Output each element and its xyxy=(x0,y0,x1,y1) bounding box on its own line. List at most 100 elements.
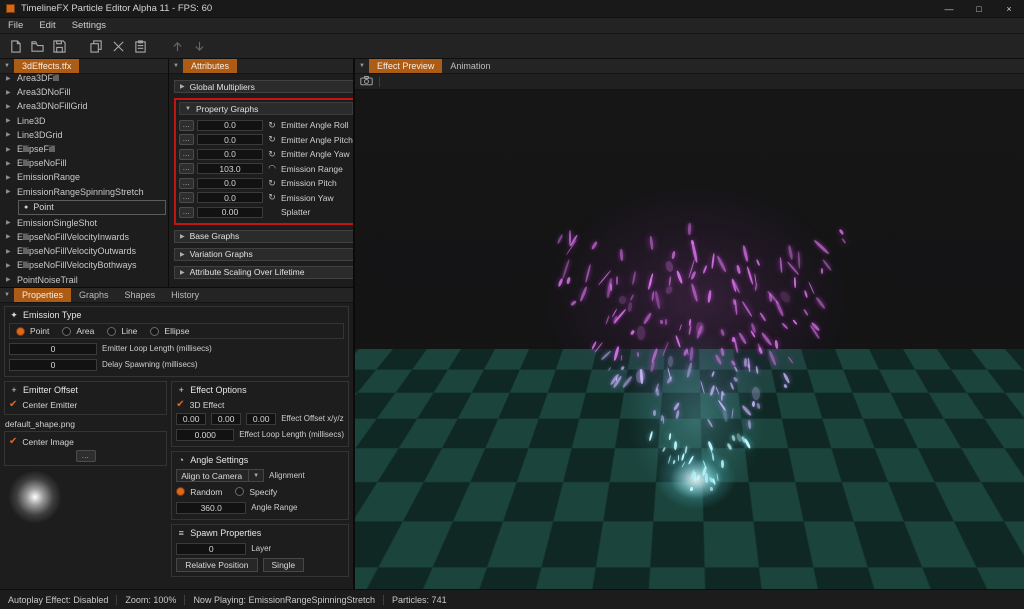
tab-effect-preview[interactable]: Effect Preview xyxy=(369,59,442,73)
status-separator xyxy=(184,595,185,605)
attribute-value-input[interactable]: 103.0 xyxy=(197,163,263,174)
check-icon[interactable]: ✔ xyxy=(9,400,17,410)
check-icon[interactable]: ✔ xyxy=(176,400,184,410)
radio-area[interactable] xyxy=(62,327,71,336)
emitter-loop-length-input[interactable]: 0 xyxy=(9,343,97,355)
tab-properties[interactable]: Properties xyxy=(14,288,71,302)
paste-button[interactable] xyxy=(131,37,150,56)
effect-offset-z-input[interactable]: 0.00 xyxy=(246,413,276,425)
tab-shapes[interactable]: Shapes xyxy=(117,288,164,302)
toolbar xyxy=(0,34,1024,59)
attribute-value-input[interactable]: 0.0 xyxy=(197,134,263,145)
tree-item[interactable]: ▶EmissionRange xyxy=(2,170,166,184)
open-folder-button[interactable] xyxy=(28,37,47,56)
effect-name: EmissionRangeSpinningStretch xyxy=(17,187,144,197)
layer-input[interactable]: 0 xyxy=(176,543,246,555)
effect-3d-label: 3D Effect xyxy=(190,400,225,410)
check-icon[interactable]: ✔ xyxy=(9,437,17,447)
tab-attributes[interactable]: Attributes xyxy=(183,59,237,73)
graph-options-button[interactable]: ... xyxy=(179,178,194,189)
radio-ellipse[interactable] xyxy=(150,327,159,336)
move-up-button[interactable] xyxy=(168,37,187,56)
shape-browse-button[interactable]: ... xyxy=(76,450,96,462)
attribute-value-input[interactable]: 0.0 xyxy=(197,192,263,203)
tab-animation[interactable]: Animation xyxy=(442,59,498,73)
effect-loop-length-input[interactable]: 0.000 xyxy=(176,429,234,441)
graph-options-button[interactable]: ... xyxy=(179,163,194,174)
graph-options-button[interactable]: ... xyxy=(179,192,194,203)
emitter-loop-length-label: Emitter Loop Length (millisecs) xyxy=(102,344,212,353)
attribute-value-input[interactable]: 0.0 xyxy=(197,120,263,131)
tree-item[interactable]: ▶PointNoiseTrail xyxy=(2,272,166,286)
delete-button[interactable] xyxy=(109,37,128,56)
radio-random[interactable] xyxy=(176,487,185,496)
collapse-arrow-icon[interactable]: ▼ xyxy=(0,288,14,302)
effect-offset-x-input[interactable]: 0.00 xyxy=(176,413,206,425)
tree-item[interactable]: ▶EllipseNoFillVelocityBothways xyxy=(2,258,166,272)
tree-item[interactable]: ▶Line3DGrid xyxy=(2,128,166,142)
expand-arrow-icon: ▶ xyxy=(6,75,13,82)
angle-range-input[interactable]: 360.0 xyxy=(176,502,246,514)
titlebar: TimelineFX Particle Editor Alpha 11 - FP… xyxy=(0,0,1024,18)
alignment-dropdown[interactable]: Align to Camera ▼ xyxy=(176,469,264,482)
section-base-graphs[interactable]: ▶ Base Graphs xyxy=(174,230,358,243)
menu-settings[interactable]: Settings xyxy=(64,18,114,33)
relative-position-button[interactable]: Relative Position xyxy=(176,558,257,572)
delay-spawning-input[interactable]: 0 xyxy=(9,359,97,371)
effect-name: EmissionSingleShot xyxy=(17,218,97,228)
tab-history[interactable]: History xyxy=(163,288,207,302)
attribute-value-input[interactable]: 0.0 xyxy=(197,149,263,160)
maximize-button[interactable]: □ xyxy=(964,0,994,17)
collapse-arrow-icon[interactable]: ▼ xyxy=(355,59,369,73)
section-attribute-scaling[interactable]: ▶ Attribute Scaling Over Lifetime xyxy=(174,266,358,279)
radio-specify[interactable] xyxy=(235,487,244,496)
preview-canvas[interactable] xyxy=(355,90,1024,589)
collapse-arrow-icon[interactable]: ▼ xyxy=(169,59,183,73)
tree-item[interactable]: ▶EllipseNoFillVelocityOutwards xyxy=(2,244,166,258)
move-down-button[interactable] xyxy=(190,37,209,56)
camera-snapshot-button[interactable] xyxy=(360,73,373,91)
attribute-value-input[interactable]: 0.0 xyxy=(197,178,263,189)
close-button[interactable]: × xyxy=(994,0,1024,17)
attribute-value-input[interactable]: 0.00 xyxy=(197,207,263,218)
shape-preview-image[interactable] xyxy=(8,470,62,524)
tree-item[interactable]: ▶Area3DNoFill xyxy=(2,85,166,99)
preview-toolbar xyxy=(355,74,1024,90)
effect-offset-y-input[interactable]: 0.00 xyxy=(211,413,241,425)
group-title: Angle Settings xyxy=(190,455,248,465)
graph-options-button[interactable]: ... xyxy=(179,120,194,131)
tree-item[interactable]: ▶EmissionRangeSpinningStretch xyxy=(2,185,166,199)
menu-file[interactable]: File xyxy=(0,18,31,33)
center-image-label: Center Image xyxy=(22,437,74,447)
attribute-row: ... 0.0 ↻ Emission Yaw xyxy=(179,191,353,206)
graph-options-button[interactable]: ... xyxy=(179,149,194,160)
section-variation-graphs[interactable]: ▶ Variation Graphs xyxy=(174,248,358,261)
menu-edit[interactable]: Edit xyxy=(31,18,63,33)
copy-button[interactable] xyxy=(87,37,106,56)
tree-item-selected-emitter[interactable]: ● Point xyxy=(18,200,166,215)
graph-options-button[interactable]: ... xyxy=(179,134,194,145)
tree-item[interactable]: ▶EllipseNoFill xyxy=(2,156,166,170)
expand-arrow-icon: ▶ xyxy=(6,262,13,269)
new-file-button[interactable] xyxy=(6,37,25,56)
save-button[interactable] xyxy=(50,37,69,56)
properties-panel: ▼ Properties Graphs Shapes History ✦ Emi… xyxy=(0,287,353,589)
tree-item[interactable]: ▶Area3DNoFillGrid xyxy=(2,99,166,113)
single-button[interactable]: Single xyxy=(263,558,305,572)
section-global-multipliers[interactable]: ▶ Global Multipliers xyxy=(174,80,358,93)
effects-tree: ▶Area3DFill ▶Area3DNoFill ▶Area3DNoFillG… xyxy=(0,71,168,287)
graph-options-button[interactable]: ... xyxy=(179,207,194,218)
tree-item[interactable]: ▶Area3DFill xyxy=(2,71,166,85)
tree-item[interactable]: ▶EllipseNoFillVelocityInwards xyxy=(2,230,166,244)
tab-graphs[interactable]: Graphs xyxy=(71,288,117,302)
effect-name: EllipseNoFill xyxy=(17,158,67,168)
section-property-graphs[interactable]: ▼ Property Graphs xyxy=(179,102,353,115)
tree-item[interactable]: ▶EmissionSingleShot xyxy=(2,216,166,230)
radio-point[interactable] xyxy=(16,327,25,336)
rotate-icon: ↻ xyxy=(266,149,278,160)
radio-specify-label: Specify xyxy=(249,487,277,497)
tree-item[interactable]: ▶EllipseFill xyxy=(2,142,166,156)
minimize-button[interactable]: — xyxy=(934,0,964,17)
tree-item[interactable]: ▶Line3D xyxy=(2,114,166,128)
radio-line[interactable] xyxy=(107,327,116,336)
